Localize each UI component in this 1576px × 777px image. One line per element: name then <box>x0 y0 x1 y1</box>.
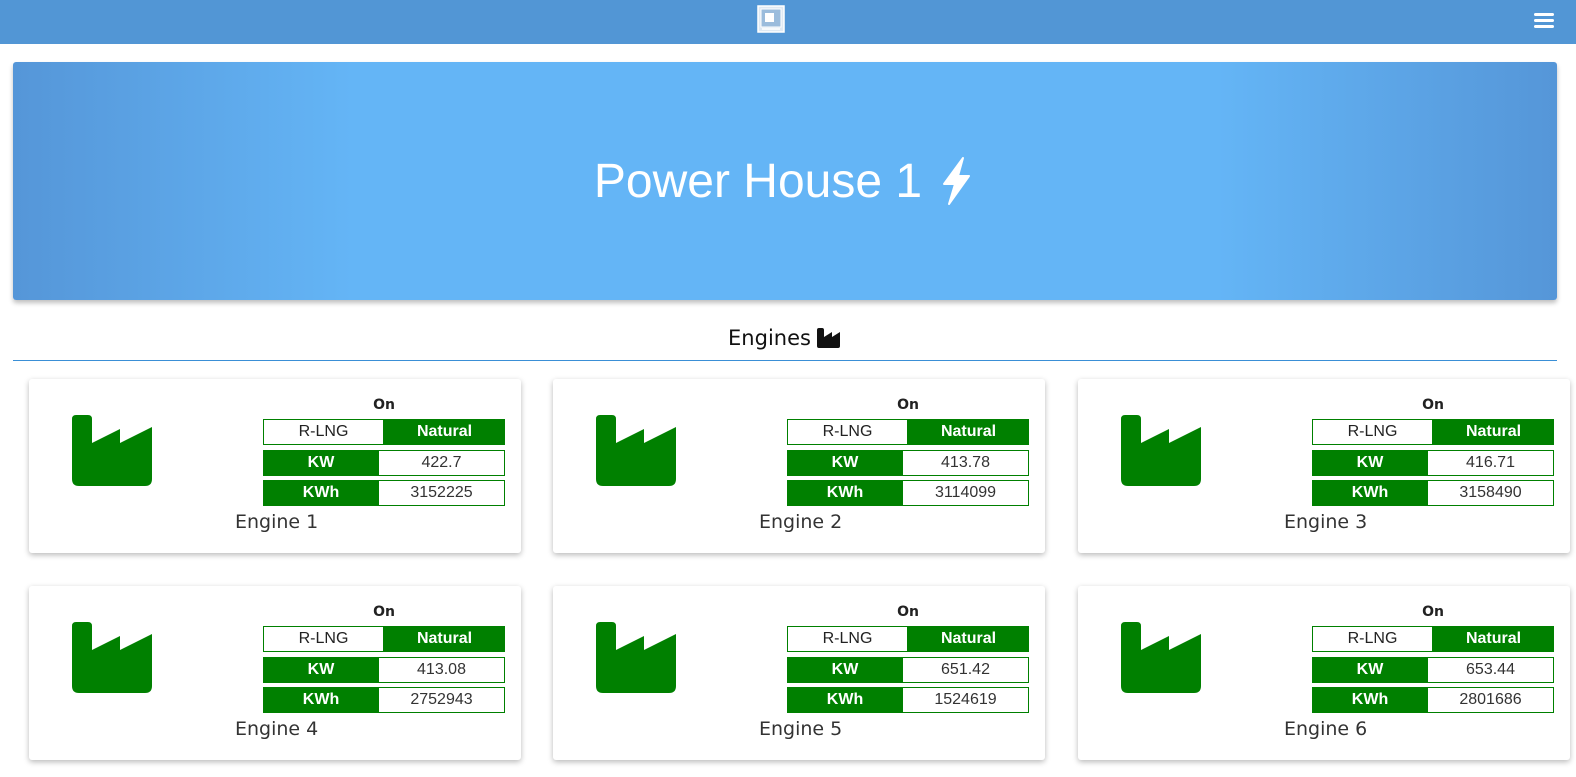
engine-card[interactable]: On R-LNG Natural KW 413.08 KWh 2752943 Engine 4 <box>29 586 521 760</box>
engine-name[interactable]: Engine 3 <box>1284 511 1367 533</box>
engine-name[interactable]: Engine 2 <box>759 511 842 533</box>
kwh-value: 3152225 <box>379 480 505 506</box>
kwh-label: KWh <box>1312 687 1428 713</box>
kwh-label: KWh <box>787 480 903 506</box>
engine-status: On <box>373 604 395 620</box>
section-title-wrap: Engines <box>728 326 842 350</box>
engine-card[interactable]: On R-LNG Natural KW 653.44 KWh 2801686 Engine 6 <box>1078 586 1570 760</box>
engine-name[interactable]: Engine 1 <box>235 511 318 533</box>
factory-icon <box>1121 622 1201 693</box>
engine-status: On <box>1422 604 1444 620</box>
top-bar <box>0 0 1576 44</box>
engine-card[interactable]: On R-LNG Natural KW 651.42 KWh 1524619 Engine 5 <box>553 586 1045 760</box>
kwh-label: KWh <box>1312 480 1428 506</box>
fuel-option-natural[interactable]: Natural <box>908 419 1029 445</box>
kwh-label: KWh <box>263 480 379 506</box>
engine-card[interactable]: On R-LNG Natural KW 422.7 KWh 3152225 Engine 1 <box>29 379 521 553</box>
app-logo-icon[interactable] <box>757 5 785 33</box>
kw-label: KW <box>263 657 379 683</box>
kw-row: KW 413.78 <box>787 450 1029 476</box>
kw-value: 413.78 <box>903 450 1029 476</box>
hamburger-menu-icon[interactable] <box>1534 11 1556 31</box>
fuel-option-rlng[interactable]: R-LNG <box>787 419 908 445</box>
factory-icon <box>596 622 676 693</box>
engine-status: On <box>897 397 919 413</box>
fuel-option-natural[interactable]: Natural <box>384 419 505 445</box>
kwh-label: KWh <box>787 687 903 713</box>
engines-section-header: Engines <box>13 320 1557 361</box>
fuel-option-rlng[interactable]: R-LNG <box>263 626 384 652</box>
factory-icon <box>596 415 676 486</box>
kwh-value: 3114099 <box>903 480 1029 506</box>
kwh-row: KWh 3152225 <box>263 480 505 506</box>
fuel-selector: R-LNG Natural <box>787 419 1029 445</box>
kwh-row: KWh 1524619 <box>787 687 1029 713</box>
engine-name[interactable]: Engine 6 <box>1284 718 1367 740</box>
kwh-row: KWh 3114099 <box>787 480 1029 506</box>
factory-icon <box>72 415 152 486</box>
kw-value: 651.42 <box>903 657 1029 683</box>
fuel-option-rlng[interactable]: R-LNG <box>263 419 384 445</box>
kw-label: KW <box>1312 450 1428 476</box>
engine-card[interactable]: On R-LNG Natural KW 413.78 KWh 3114099 Engine 2 <box>553 379 1045 553</box>
fuel-selector: R-LNG Natural <box>263 626 505 652</box>
engine-status: On <box>1422 397 1444 413</box>
kwh-value: 2752943 <box>379 687 505 713</box>
kwh-value: 1524619 <box>903 687 1029 713</box>
kwh-row: KWh 2801686 <box>1312 687 1554 713</box>
engine-card[interactable]: On R-LNG Natural KW 416.71 KWh 3158490 Engine 3 <box>1078 379 1570 553</box>
factory-icon <box>816 328 840 348</box>
kwh-label: KWh <box>263 687 379 713</box>
page-title: Power House 1 <box>593 154 923 208</box>
kw-label: KW <box>1312 657 1428 683</box>
fuel-selector: R-LNG Natural <box>1312 626 1554 652</box>
fuel-option-natural[interactable]: Natural <box>908 626 1029 652</box>
fuel-option-natural[interactable]: Natural <box>1433 626 1554 652</box>
fuel-selector: R-LNG Natural <box>263 419 505 445</box>
kwh-row: KWh 2752943 <box>263 687 505 713</box>
kw-label: KW <box>787 450 903 476</box>
fuel-option-rlng[interactable]: R-LNG <box>1312 419 1433 445</box>
kw-label: KW <box>787 657 903 683</box>
factory-icon <box>72 622 152 693</box>
hero-banner: Power House 1 <box>13 62 1557 300</box>
fuel-option-natural[interactable]: Natural <box>1433 419 1554 445</box>
fuel-option-rlng[interactable]: R-LNG <box>787 626 908 652</box>
kwh-value: 3158490 <box>1428 480 1554 506</box>
kw-value: 422.7 <box>379 450 505 476</box>
engine-name[interactable]: Engine 4 <box>235 718 318 740</box>
kw-row: KW 653.44 <box>1312 657 1554 683</box>
kw-row: KW 422.7 <box>263 450 505 476</box>
fuel-selector: R-LNG Natural <box>787 626 1029 652</box>
fuel-option-natural[interactable]: Natural <box>384 626 505 652</box>
kwh-row: KWh 3158490 <box>1312 480 1554 506</box>
kw-value: 416.71 <box>1428 450 1554 476</box>
kw-row: KW 413.08 <box>263 657 505 683</box>
kw-label: KW <box>263 450 379 476</box>
engine-name[interactable]: Engine 5 <box>759 718 842 740</box>
section-title: Engines <box>728 326 811 350</box>
engine-status: On <box>897 604 919 620</box>
factory-icon <box>1121 415 1201 486</box>
kw-row: KW 416.71 <box>1312 450 1554 476</box>
lightning-bolt-icon <box>943 157 971 205</box>
kw-value: 653.44 <box>1428 657 1554 683</box>
kw-row: KW 651.42 <box>787 657 1029 683</box>
engine-status: On <box>373 397 395 413</box>
hero-title-wrap: Power House 1 <box>594 154 976 209</box>
fuel-option-rlng[interactable]: R-LNG <box>1312 626 1433 652</box>
kw-value: 413.08 <box>379 657 505 683</box>
fuel-selector: R-LNG Natural <box>1312 419 1554 445</box>
kwh-value: 2801686 <box>1428 687 1554 713</box>
